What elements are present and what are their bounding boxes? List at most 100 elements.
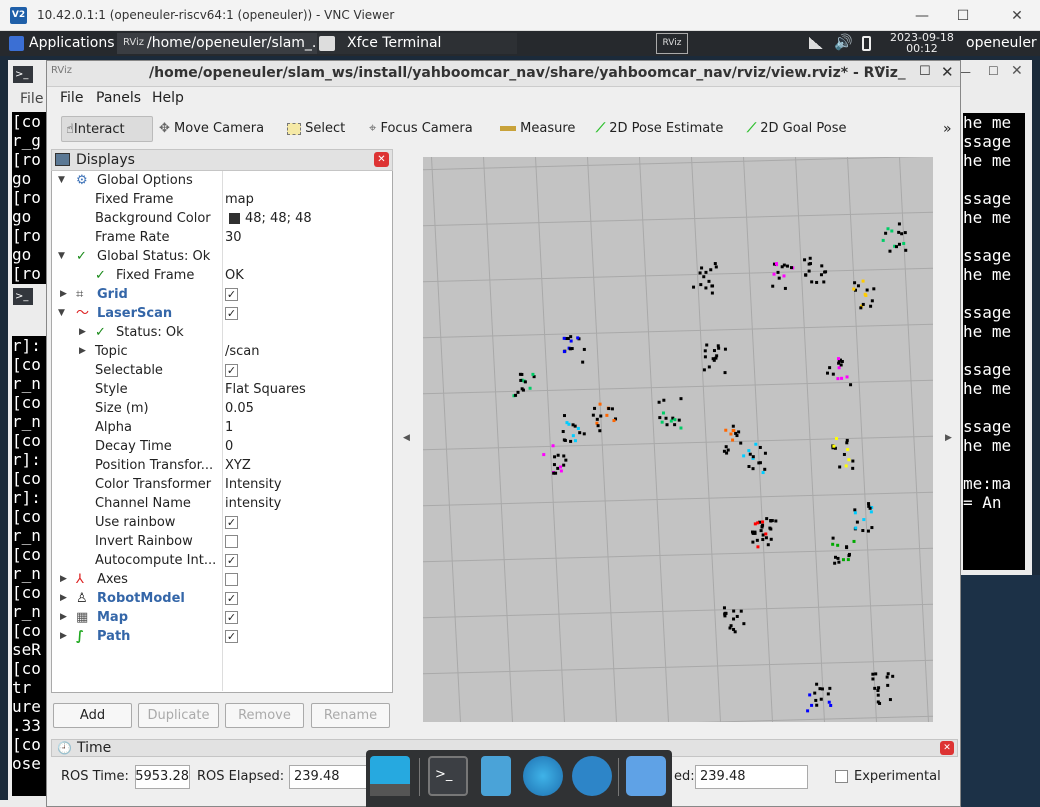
show-desktop-icon[interactable] <box>370 756 410 796</box>
ros-time-field[interactable]: 5953.28 <box>135 765 190 789</box>
menu-file[interactable]: File <box>60 90 83 106</box>
laser-point <box>772 272 776 276</box>
volume-icon[interactable]: 🔊 <box>834 33 853 51</box>
duplicate-button[interactable]: Duplicate <box>138 703 219 728</box>
task-rviz[interactable]: RViz /home/openeuler/slam_... <box>117 33 317 54</box>
remove-button[interactable]: Remove <box>225 703 304 728</box>
laser-point <box>810 280 814 284</box>
applications-menu[interactable]: Applications <box>27 33 115 54</box>
collapse-arrow-icon[interactable]: ▼ <box>58 247 65 266</box>
grid-line <box>423 379 933 395</box>
laser-point <box>739 609 743 613</box>
use-rainbow-checkbox[interactable]: ✓ <box>225 516 238 529</box>
applications-icon[interactable] <box>9 36 24 51</box>
tool-focus-camera[interactable]: ⌖ Focus Camera <box>365 116 473 142</box>
collapse-arrow-icon[interactable]: ▼ <box>58 171 65 190</box>
laser-point <box>531 372 535 376</box>
collapse-right-arrow-icon[interactable]: ▶ <box>945 433 952 443</box>
expand-arrow-icon[interactable]: ▶ <box>60 589 67 608</box>
laser-point <box>551 444 555 448</box>
laser-point <box>699 283 703 287</box>
displays-close-icon[interactable]: ✕ <box>374 152 389 167</box>
expand-arrow-icon[interactable]: ▶ <box>60 627 67 646</box>
laser-point <box>894 245 898 249</box>
terminal-right-close-icon[interactable]: ✕ <box>1011 63 1023 79</box>
laser-point <box>761 471 765 475</box>
menu-help[interactable]: Help <box>152 90 184 106</box>
terminal-right-output: he me ssage he me ssage he me ssage he me ss… <box>963 113 1025 570</box>
terminal-right-maximize-icon[interactable]: ☐ <box>988 64 999 78</box>
rviz-minimize-icon[interactable]: _ <box>898 62 906 80</box>
terminal-app-icon[interactable]: >_ <box>428 756 468 796</box>
rviz-title-bar: RViz /home/openeuler/slam_ws/install/yah… <box>47 61 960 87</box>
laser-point <box>519 378 523 382</box>
laser-point <box>556 453 560 457</box>
laser-point <box>573 424 577 428</box>
web-browser-icon[interactable] <box>523 756 563 796</box>
file-cabinet-icon[interactable] <box>481 756 511 796</box>
close-icon[interactable]: ✕ <box>1007 6 1027 26</box>
network-icon[interactable] <box>809 37 823 49</box>
toolbar-overflow-button[interactable]: » <box>939 116 952 142</box>
laser-point <box>782 274 786 278</box>
rviz-maximize-icon[interactable]: ☐ <box>919 64 931 79</box>
rviz-close-icon[interactable]: ✕ <box>941 63 954 81</box>
experimental-checkbox[interactable] <box>835 770 848 783</box>
minimize-icon[interactable]: — <box>912 6 932 26</box>
laser-point <box>888 698 892 702</box>
clock[interactable]: 2023-09-18 00:12 <box>890 32 954 54</box>
invert-rainbow-checkbox[interactable] <box>225 535 238 548</box>
laserscan-checkbox[interactable]: ✓ <box>225 307 238 320</box>
laser-point <box>815 682 819 686</box>
tool-measure[interactable]: Measure <box>496 116 575 142</box>
terminal-file-menu[interactable]: File <box>20 91 43 107</box>
robotmodel-checkbox[interactable]: ✓ <box>225 592 238 605</box>
laser-point <box>831 372 835 376</box>
laser-point <box>861 279 865 283</box>
expand-arrow-icon[interactable]: ▶ <box>79 323 86 342</box>
path-checkbox[interactable]: ✓ <box>225 630 238 643</box>
laser-point <box>842 452 846 456</box>
select-icon <box>287 122 301 135</box>
workspace-switcher[interactable]: RViz <box>656 33 688 54</box>
search-app-icon[interactable] <box>572 756 612 796</box>
expand-arrow-icon[interactable]: ▶ <box>60 285 67 304</box>
task-terminal[interactable]: Xfce Terminal <box>317 33 517 54</box>
laser-point <box>839 363 843 367</box>
selectable-checkbox[interactable]: ✓ <box>225 364 238 377</box>
laser-point <box>862 518 866 522</box>
grid-checkbox[interactable]: ✓ <box>225 288 238 301</box>
collapse-left-arrow-icon[interactable]: ◀ <box>403 433 410 443</box>
user-name[interactable]: openeuler <box>964 33 1037 54</box>
tool-move-camera[interactable]: ✥ Move Camera <box>155 116 264 142</box>
expand-arrow-icon[interactable]: ▶ <box>60 608 67 627</box>
wall-elapsed-field[interactable]: 239.48 <box>695 765 808 789</box>
maximize-icon[interactable]: ☐ <box>953 6 973 26</box>
rviz-window: RViz /home/openeuler/slam_ws/install/yah… <box>46 60 961 807</box>
menu-panels[interactable]: Panels <box>96 90 141 106</box>
laser-point <box>576 336 580 340</box>
tool-interact[interactable]: ☝Interact <box>61 116 153 142</box>
folder-icon[interactable] <box>626 756 666 796</box>
battery-icon[interactable] <box>862 36 871 51</box>
render-viewport[interactable] <box>423 157 933 722</box>
expand-arrow-icon[interactable]: ▶ <box>79 342 86 361</box>
check-icon: ✓ <box>95 268 106 283</box>
add-button[interactable]: Add <box>53 703 132 728</box>
dock-separator <box>419 758 420 796</box>
rename-button[interactable]: Rename <box>311 703 390 728</box>
map-checkbox[interactable]: ✓ <box>225 611 238 624</box>
autocompute-checkbox[interactable]: ✓ <box>225 554 238 567</box>
laser-point <box>861 529 865 533</box>
rviz-shade-icon[interactable]: ⌃ <box>873 64 885 80</box>
laser-point <box>751 455 755 459</box>
viewport-scene <box>423 157 933 722</box>
tool-2d-goal-pose[interactable]: ⟋ 2D Goal Pose <box>743 116 847 142</box>
time-close-icon[interactable]: ✕ <box>940 741 954 755</box>
collapse-arrow-icon[interactable]: ▼ <box>58 304 65 323</box>
tool-select[interactable]: Select <box>283 116 345 142</box>
ros-elapsed-field[interactable]: 239.48 <box>289 765 369 789</box>
expand-arrow-icon[interactable]: ▶ <box>60 570 67 589</box>
tool-2d-pose-estimate[interactable]: ⟋ 2D Pose Estimate <box>592 116 723 142</box>
axes-checkbox[interactable] <box>225 573 238 586</box>
